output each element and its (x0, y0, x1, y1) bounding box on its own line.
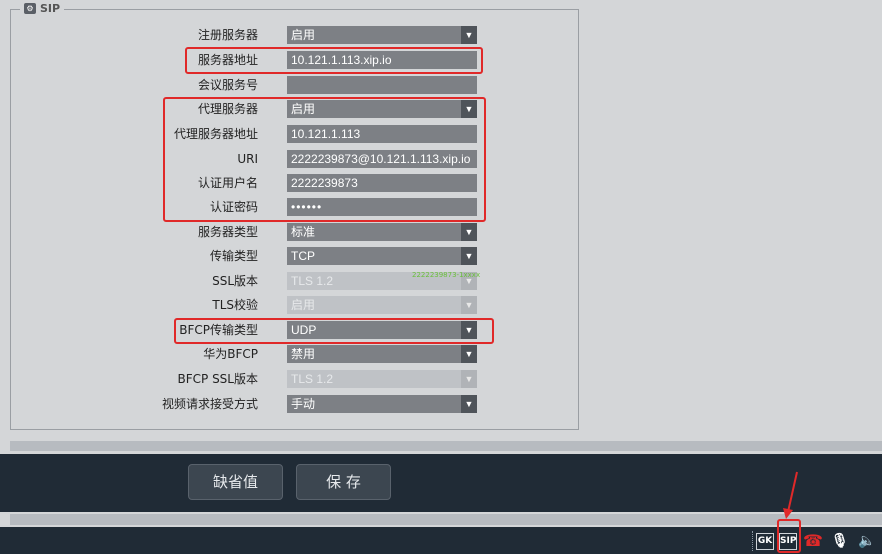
setting-row: BFCP SSL版本 TLS 1.2 ▼ (0, 370, 500, 389)
setting-select: TLS 1.2 ▼ (287, 370, 477, 388)
setting-row: 会议服务号 (0, 76, 500, 95)
setting-value: TCP (291, 249, 315, 263)
button-bar (0, 454, 882, 512)
setting-value: TLS 1.2 (291, 274, 334, 288)
setting-value: TLS 1.2 (291, 372, 334, 386)
setting-select: 启用 ▼ (287, 296, 477, 314)
setting-row: 视频请求接受方式 手动 ▼ (0, 395, 500, 414)
setting-label: 服务器类型 (197, 225, 258, 239)
setting-input[interactable] (287, 76, 477, 94)
arrow-annotation (783, 471, 798, 519)
setting-label: 会议服务号 (197, 78, 258, 92)
setting-select[interactable]: 禁用 ▼ (287, 345, 477, 363)
microphone-icon[interactable]: 🎙 (831, 533, 849, 550)
highlight-proxy-group (163, 97, 486, 222)
setting-value: 标准 (291, 225, 316, 239)
setting-row: 服务器类型 标准 ▼ (0, 223, 500, 242)
setting-select[interactable]: 标准 ▼ (287, 223, 477, 241)
chevron-down-icon[interactable]: ▼ (461, 395, 477, 413)
speaker-icon[interactable]: 🔈 (858, 533, 875, 550)
setting-row: TLS校验 启用 ▼ (0, 296, 500, 315)
status-divider (752, 531, 755, 551)
separator-bar-bottom (10, 514, 882, 525)
setting-row: 注册服务器 启用 ▼ (0, 26, 500, 45)
setting-label: 视频请求接受方式 (161, 397, 258, 411)
watermark-text: 2222239873-1xxxx (412, 271, 481, 279)
highlight-server-address (185, 47, 483, 74)
sip-legend: ⚙ SIP (20, 2, 65, 15)
default-values-button[interactable]: 缺省值 (188, 464, 283, 500)
setting-label: 华为BFCP (203, 347, 258, 361)
chevron-down-icon[interactable]: ▼ (461, 247, 477, 265)
highlight-bfcp-transport (174, 318, 494, 344)
chevron-down-icon: ▼ (461, 370, 477, 388)
setting-label: 注册服务器 (197, 28, 258, 42)
gk-status-icon[interactable]: GK (756, 533, 774, 550)
setting-select[interactable]: 手动 ▼ (287, 395, 477, 413)
chevron-down-icon[interactable]: ▼ (461, 26, 477, 44)
separator-bar-top (10, 441, 882, 451)
setting-row: 华为BFCP 禁用 ▼ (0, 345, 500, 364)
setting-select[interactable]: 启用 ▼ (287, 26, 477, 44)
setting-row: 传输类型 TCP ▼ (0, 247, 500, 266)
setting-select[interactable]: TCP ▼ (287, 247, 477, 265)
status-bar (0, 527, 882, 554)
setting-value: 启用 (291, 28, 316, 42)
setting-label: SSL版本 (212, 274, 258, 288)
gear-icon: ⚙ (24, 3, 36, 14)
highlight-sip-icon (777, 519, 801, 553)
save-button[interactable]: 保 存 (296, 464, 391, 500)
setting-label: TLS校验 (212, 298, 258, 312)
setting-label: 传输类型 (209, 249, 258, 263)
setting-value: 禁用 (291, 347, 316, 361)
setting-value: 启用 (291, 298, 316, 312)
chevron-down-icon[interactable]: ▼ (461, 345, 477, 363)
chevron-down-icon[interactable]: ▼ (461, 223, 477, 241)
hangup-icon[interactable]: ☎ (802, 533, 824, 550)
setting-value: 手动 (291, 397, 316, 411)
legend-title: SIP (40, 2, 61, 15)
chevron-down-icon: ▼ (461, 296, 477, 314)
setting-label: BFCP SSL版本 (177, 372, 259, 386)
